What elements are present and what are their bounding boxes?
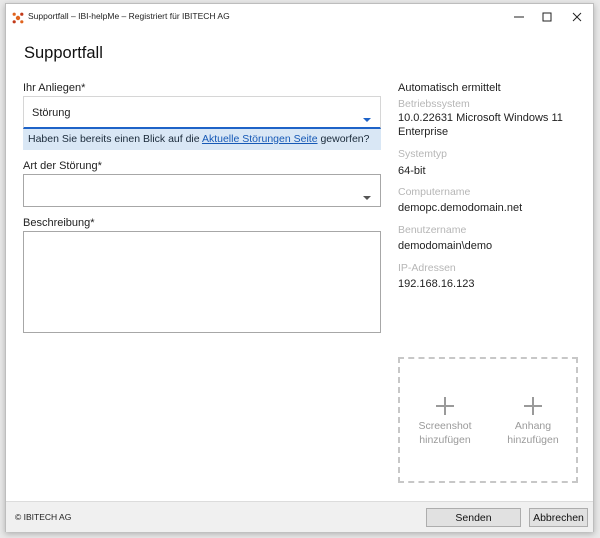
benutzername-value: demodomain\demo — [398, 240, 493, 252]
system-info-heading: Automatisch ermittelt — [398, 82, 501, 94]
minimize-button[interactable] — [504, 4, 534, 30]
close-icon — [572, 12, 582, 22]
betriebssystem-label: Betriebssystem — [398, 98, 470, 110]
window-title: Supportfall – IBI-helpMe – Registriert f… — [28, 11, 230, 21]
minimize-icon — [514, 12, 524, 22]
close-button[interactable] — [562, 4, 592, 30]
anliegen-label: Ihr Anliegen* — [23, 82, 86, 94]
beschreibung-label: Beschreibung* — [23, 217, 95, 229]
page-title: Supportfall — [24, 44, 103, 62]
plus-icon — [410, 397, 480, 415]
anliegen-select[interactable]: Störung — [23, 96, 381, 129]
info-suffix: geworfen? — [317, 133, 370, 145]
cancel-button[interactable]: Abbrechen — [529, 508, 588, 527]
add-attachment-label-2: hinzufügen — [507, 434, 559, 446]
benutzername-label: Benutzername — [398, 224, 467, 236]
add-attachment-button[interactable]: Anhang hinzufügen — [498, 397, 568, 447]
attachment-drop-area: Screenshot hinzufügen Anhang hinzufügen — [398, 357, 578, 483]
aktuelle-stoerungen-link[interactable]: Aktuelle Störungen Seite — [202, 133, 318, 145]
betriebssystem-value-line2: Enterprise — [398, 126, 449, 138]
support-dialog-window: Supportfall – IBI-helpMe – Registriert f… — [5, 3, 594, 532]
art-label: Art der Störung* — [23, 160, 102, 172]
chevron-down-icon — [363, 188, 371, 200]
computername-label: Computername — [398, 186, 471, 198]
add-screenshot-button[interactable]: Screenshot hinzufügen — [410, 397, 480, 447]
ibi-logo-icon — [12, 11, 24, 24]
info-prefix: Haben Sie bereits einen Blick auf die — [28, 133, 202, 145]
add-attachment-label-1: Anhang — [514, 420, 552, 432]
copyright-text: © IBITECH AG — [15, 512, 72, 522]
computername-value: demopc.demodomain.net — [398, 202, 523, 214]
dialog-footer: © IBITECH AG Senden Abbrechen — [6, 501, 593, 532]
chevron-down-icon — [363, 110, 371, 122]
betriebssystem-value-line1: 10.0.22631 Microsoft Windows 11 — [398, 112, 563, 124]
maximize-icon — [542, 12, 552, 22]
beschreibung-textarea[interactable] — [23, 231, 381, 333]
plus-icon — [498, 397, 568, 415]
maximize-button[interactable] — [532, 4, 562, 30]
stoerungen-info-bar: Haben Sie bereits einen Blick auf die Ak… — [23, 129, 381, 150]
ip-label: IP-Adressen — [398, 262, 456, 274]
anliegen-select-value: Störung — [32, 107, 71, 119]
send-button[interactable]: Senden — [426, 508, 521, 527]
art-select[interactable] — [23, 174, 381, 207]
add-screenshot-label-2: hinzufügen — [419, 434, 471, 446]
title-bar: Supportfall – IBI-helpMe – Registriert f… — [6, 4, 593, 30]
systemtyp-value: 64-bit — [398, 165, 426, 177]
add-screenshot-label-1: Screenshot — [418, 420, 472, 432]
systemtyp-label: Systemtyp — [398, 148, 448, 160]
ip-value: 192.168.16.123 — [398, 278, 475, 290]
